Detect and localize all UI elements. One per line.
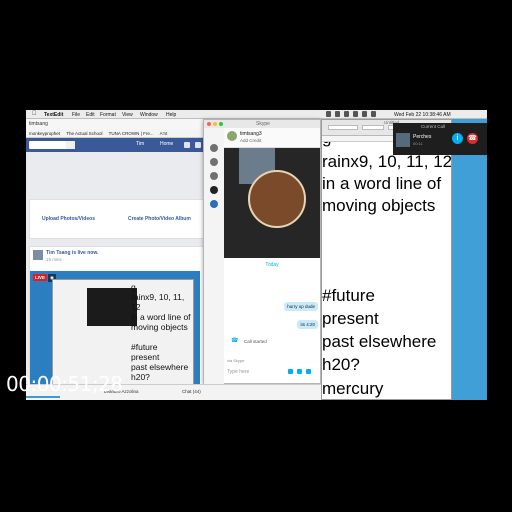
menu-clock[interactable]: Wed Feb 22 10:38:46 AM [394,112,451,118]
call-panel-title: Current Call [421,124,446,129]
message-input[interactable]: Type here [227,369,249,375]
post-author[interactable]: Tim Tsang is live now. [46,250,98,256]
recent-icon[interactable] [210,200,218,208]
contacts-icon[interactable] [210,158,218,166]
text-line: rainx9, 10, 11, 12 [322,152,451,171]
zoom-icon[interactable] [219,122,223,126]
bookmark-item[interactable]: monkeyprophet [29,131,60,136]
menu-window[interactable]: Window [140,112,158,118]
volume-icon[interactable] [371,111,376,117]
browser-window: timtsang monkeyprophet The Actual School… [26,119,231,400]
post-composer: Upload Photos/Videos Create Photo/Video … [29,199,229,239]
favorites-icon[interactable] [210,172,218,180]
phone-icon: ☎ [231,338,239,344]
menu-view[interactable]: View [122,112,133,118]
call-status: Call started [244,339,267,344]
profile-link[interactable]: Tim [136,141,144,147]
caller-name: Perches [413,134,432,140]
friends-icon[interactable] [184,142,190,148]
status-icon[interactable] [326,111,331,117]
hang-up-icon[interactable]: ☎ [467,133,478,144]
text-line: in a word line of [322,174,442,193]
text-line: h20? [322,355,360,374]
wifi-icon[interactable] [362,111,367,117]
post-timestamp: 15 mins · [46,257,65,262]
create-album-button[interactable]: Create Photo/Video Album [128,216,191,222]
bookmarks-bar: monkeyprophet The Actual School TUNA CRO… [26,129,231,138]
skype-titlebar: Skype [204,120,320,128]
contact-video-avatar [248,170,306,228]
emoji-icon[interactable] [306,369,311,374]
chat-message: hurry up dude [284,302,318,311]
text-line: present [322,309,379,328]
date-separator: Today [265,262,279,268]
skype-window: Skype timtsang3 Add Credit Today hurry u… [203,119,321,384]
call-icon[interactable] [210,186,218,194]
input-actions [288,369,311,374]
contact-name[interactable]: timtsang3 [240,131,262,137]
textedit-window: Untitled g rainx9, 10, 11, 12 in a word … [321,119,452,400]
attach-icon[interactable] [288,369,293,374]
conversation-header: timtsang3 Add Credit [224,128,320,148]
menu-help[interactable]: Help [166,112,176,118]
apple-icon[interactable]:  [32,111,37,117]
minimize-icon[interactable] [213,122,217,126]
status-icon[interactable] [335,111,340,117]
menu-edit[interactable]: Edit [86,112,95,118]
search-icon[interactable] [66,141,75,149]
upload-photos-button[interactable]: Upload Photos/Videos [42,216,95,222]
font-select[interactable] [362,125,384,130]
avatar[interactable] [33,250,43,260]
menu-bar:  TextEdit File Edit Format View Window … [26,110,487,119]
bookmark-item[interactable]: TUNA CROWN | Fre... [109,131,154,136]
browser-tab[interactable]: timtsang [26,119,231,129]
live-badge: LIVE [33,274,48,281]
timecode-overlay: 00:00:51;28 [6,372,123,396]
text-line: moving objects [322,196,436,215]
chat-count-tab[interactable]: Chat (44) [182,389,201,394]
location-icon[interactable] [297,369,302,374]
status-icon[interactable] [353,111,358,117]
call-video [224,148,320,258]
facebook-header: Tim Home [26,138,231,152]
current-call-panel: Current Call Perches 00:11 i ☎ [393,123,487,155]
status-icon[interactable] [344,111,349,117]
text-line: mercury [322,379,384,398]
app-menu[interactable]: TextEdit [44,112,63,118]
avatar[interactable] [227,131,237,141]
messages-icon[interactable] [195,142,201,148]
skype-sidebar [204,128,224,384]
skype-title: Skype [256,121,270,127]
mini-video-area [87,288,137,326]
close-icon[interactable] [207,122,211,126]
bookmark-item[interactable]: The Actual School [66,131,102,136]
menu-format[interactable]: Format [100,112,116,118]
mini-textedit-text: g rainx9, 10, 11, 12 in a word line of m… [131,282,191,382]
desktop:  TextEdit File Edit Format View Window … [26,110,487,400]
document-text-area[interactable]: g rainx9, 10, 11, 12 in a word line of m… [322,142,451,400]
via-label: via Skype [227,358,245,363]
bookmark-item[interactable]: A'nt [160,131,168,136]
home-link[interactable]: Home [160,141,173,147]
status-icons [326,111,376,117]
info-icon[interactable]: i [452,133,463,144]
video-frame:  TextEdit File Edit Format View Window … [0,0,512,512]
add-credit-link[interactable]: Add Credit [240,138,261,143]
style-select[interactable] [328,125,358,130]
progress-underline [26,396,60,398]
text-line: #future [322,286,375,305]
home-icon[interactable] [210,144,218,152]
text-line: past elsewhere [322,332,437,351]
chat-message: its 4:20 [297,320,318,329]
menu-file[interactable]: File [72,112,80,118]
text-line: g [322,142,331,148]
call-duration: 00:11 [413,141,423,146]
avatar [396,133,410,147]
